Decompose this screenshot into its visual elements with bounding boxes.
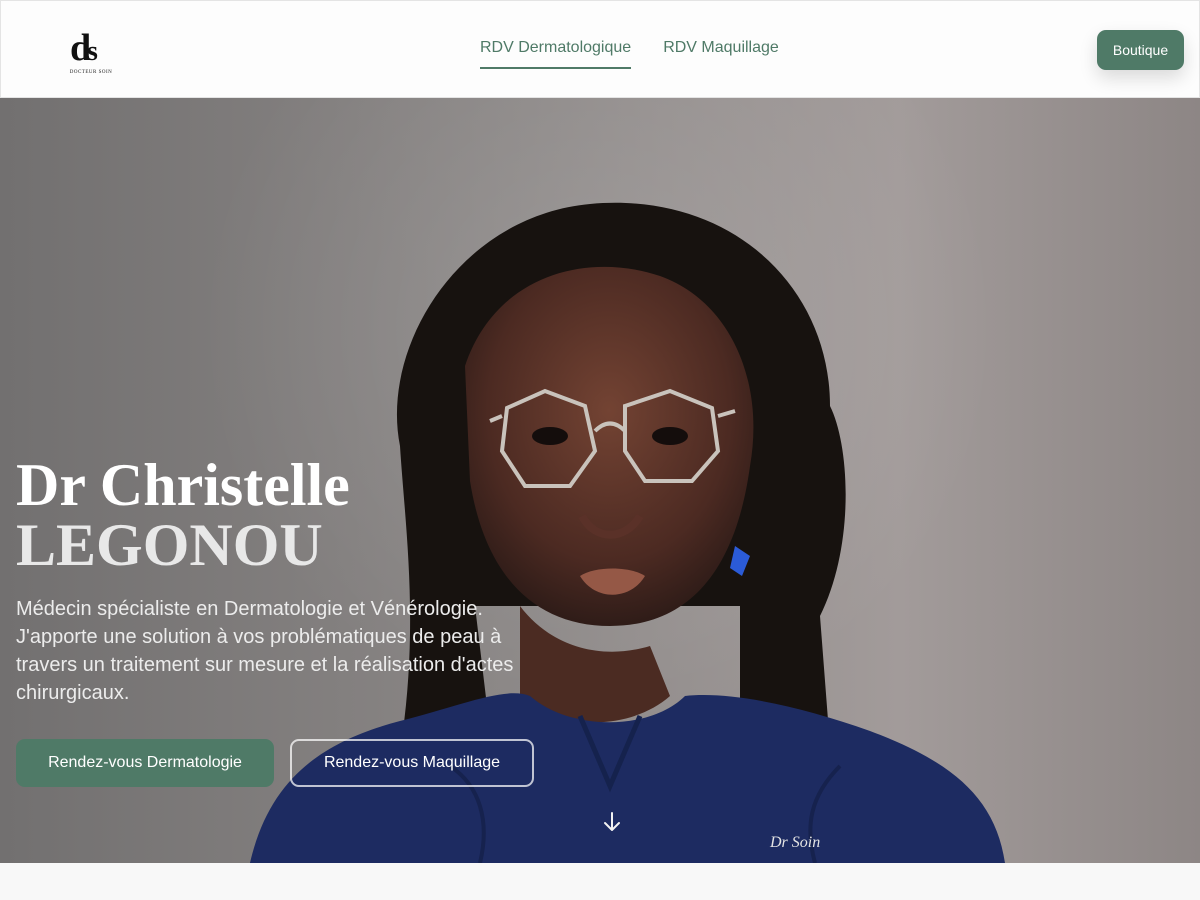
docteur-soin-logo[interactable]: d s DOCTEUR SOIN: [63, 17, 119, 79]
hero-section: Dr Soin Dr Christelle LEGONOU Médecin sp…: [0, 98, 1200, 863]
main-navigation: RDV Dermatologique RDV Maquillage: [480, 39, 779, 69]
nav-rdv-dermatologique[interactable]: RDV Dermatologique: [480, 39, 632, 69]
hero-actions: Rendez-vous Dermatologie Rendez-vous Maq…: [16, 739, 556, 787]
arrow-down-icon[interactable]: [600, 810, 624, 834]
logo-text: DOCTEUR SOIN: [69, 70, 113, 75]
scrubs-signature: Dr Soin: [769, 834, 820, 851]
boutique-button[interactable]: Boutique: [1097, 30, 1184, 70]
nav-rdv-maquillage[interactable]: RDV Maquillage: [663, 39, 779, 69]
rendez-vous-dermatologie-button[interactable]: Rendez-vous Dermatologie: [16, 739, 274, 787]
svg-text:s: s: [87, 36, 98, 67]
doctor-description: Médecin spécialiste en Dermatologie et V…: [16, 598, 514, 704]
doctor-name: Dr Christelle LEGONOU: [16, 455, 556, 575]
doctor-last-name: LEGONOU: [16, 512, 323, 578]
next-section: [0, 863, 1200, 900]
site-header: d s DOCTEUR SOIN RDV Dermatologique RDV …: [0, 0, 1200, 98]
logo-mark: d s: [70, 27, 98, 69]
rendez-vous-maquillage-button[interactable]: Rendez-vous Maquillage: [290, 739, 534, 787]
doctor-first-name: Dr Christelle: [16, 452, 350, 518]
hero-copy: Dr Christelle LEGONOU Médecin spécialist…: [16, 455, 556, 787]
